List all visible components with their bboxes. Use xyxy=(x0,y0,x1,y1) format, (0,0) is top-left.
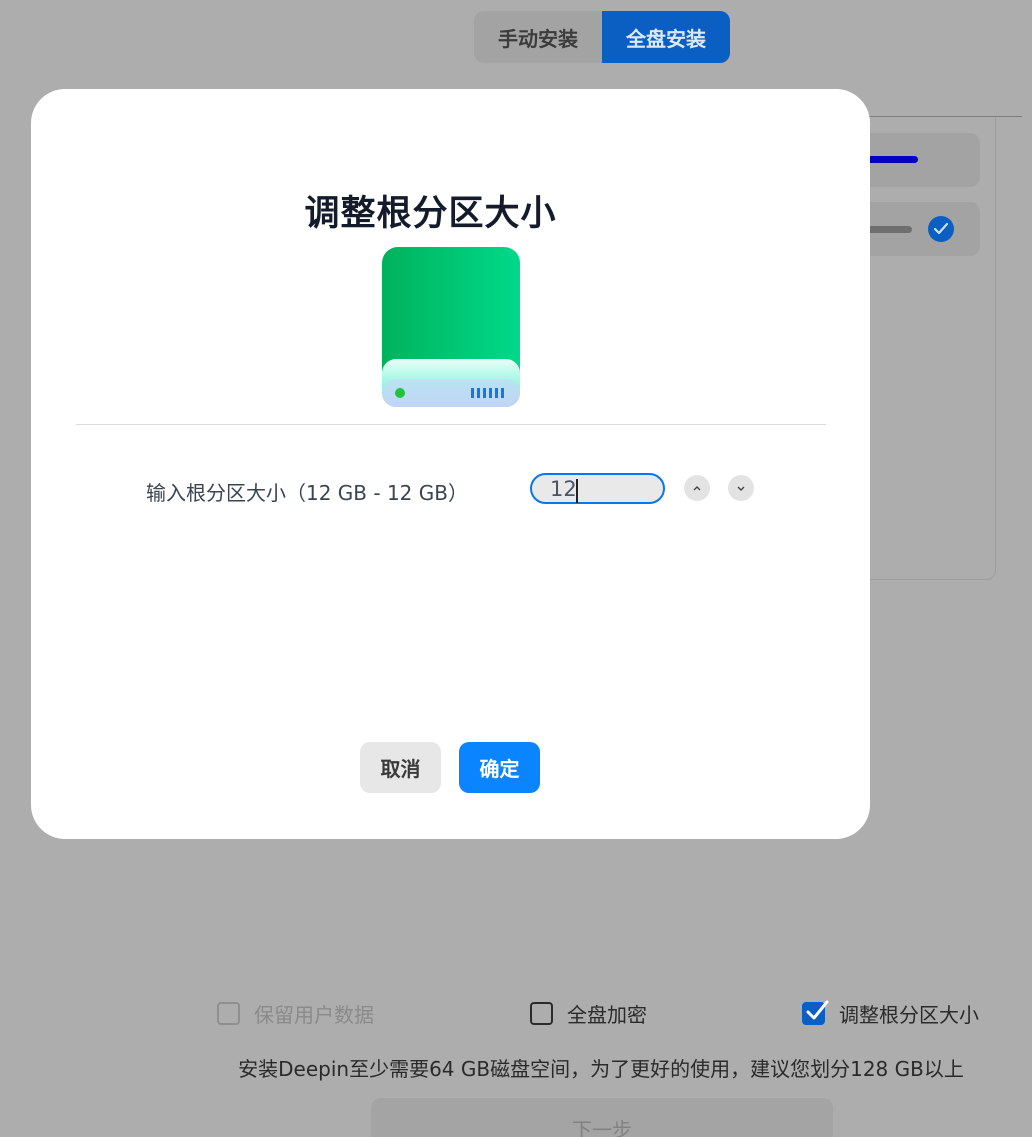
chevron-down-icon xyxy=(737,486,745,491)
decrease-button[interactable] xyxy=(728,475,754,501)
selected-check-icon xyxy=(928,216,954,242)
tab-full-disk-install[interactable]: 全盘安装 xyxy=(602,11,730,63)
dialog-title: 调整根分区大小 xyxy=(304,194,557,234)
root-size-label: 输入根分区大小（12 GB - 12 GB） xyxy=(146,481,468,505)
resize-root-option[interactable]: 调整根分区大小 xyxy=(802,998,979,1028)
root-size-input[interactable] xyxy=(530,473,665,504)
green-disk-icon xyxy=(382,247,520,407)
confirm-button[interactable]: 确定 xyxy=(459,742,540,793)
resize-root-label: 调整根分区大小 xyxy=(839,1002,979,1027)
full-disk-encrypt-option[interactable]: 全盘加密 xyxy=(530,998,647,1028)
full-disk-encrypt-label: 全盘加密 xyxy=(567,1002,647,1027)
keep-user-data-checkbox[interactable] xyxy=(217,1001,240,1025)
resize-root-checkbox[interactable] xyxy=(802,1000,829,1025)
full-disk-encrypt-checkbox[interactable] xyxy=(530,1001,553,1025)
dialog-divider xyxy=(76,424,826,425)
check-icon xyxy=(806,1000,829,1019)
resize-root-dialog: 调整根分区大小 输入根分区大小（12 GB - 12 GB） 12 取消 确定 xyxy=(31,89,870,839)
next-button[interactable]: 下一步 xyxy=(371,1098,833,1137)
install-mode-switch: 手动安装 全盘安装 xyxy=(474,11,730,63)
disk-space-hint: 安装Deepin至少需要64 GB磁盘空间，为了更好的使用，建议您划分128 G… xyxy=(238,1057,964,1081)
tab-manual-install[interactable]: 手动安装 xyxy=(474,11,602,63)
background-divider xyxy=(860,116,1022,117)
keep-user-data-label: 保留用户数据 xyxy=(254,1002,374,1027)
disk-list-panel xyxy=(850,118,996,580)
keep-user-data-option[interactable]: 保留用户数据 xyxy=(217,998,374,1028)
cancel-button[interactable]: 取消 xyxy=(360,742,441,793)
increase-button[interactable] xyxy=(684,475,710,501)
text-caret xyxy=(576,479,578,503)
chevron-up-icon xyxy=(693,485,701,490)
